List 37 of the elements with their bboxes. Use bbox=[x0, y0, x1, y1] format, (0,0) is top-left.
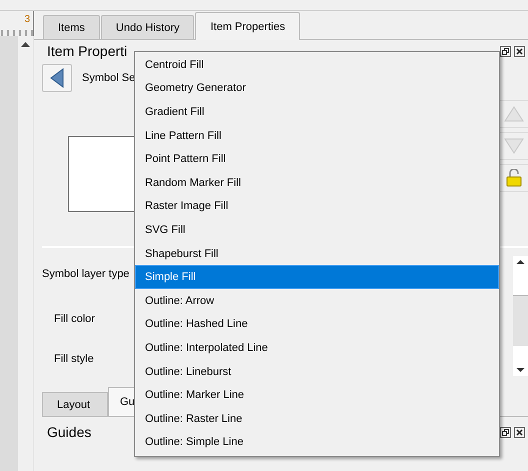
tab[interactable]: Layout bbox=[42, 392, 108, 416]
float-icon[interactable] bbox=[500, 46, 511, 56]
field-label: Fill style bbox=[54, 353, 94, 365]
field-label: Symbol layer type bbox=[42, 268, 130, 280]
menu-item[interactable]: Outline: Arrow bbox=[135, 288, 499, 313]
field-label: Fill color bbox=[54, 313, 95, 325]
menu-item[interactable]: Raster Image Fill bbox=[135, 194, 499, 218]
float-icon[interactable] bbox=[500, 426, 511, 438]
tab[interactable]: Items bbox=[43, 15, 100, 39]
lock-button[interactable] bbox=[500, 164, 528, 192]
menu-item[interactable]: Outline: Interpolated Line bbox=[135, 336, 499, 360]
menu-item[interactable]: Simple Fill bbox=[135, 265, 499, 289]
panel-title: Guides bbox=[47, 424, 92, 440]
menu-item[interactable]: SVG Fill bbox=[135, 218, 499, 242]
breadcrumb-label: Symbol Se bbox=[82, 72, 136, 84]
ruler-number: 3 bbox=[24, 14, 30, 25]
menu-item[interactable]: Line Pattern Fill bbox=[135, 124, 499, 148]
close-icon[interactable] bbox=[514, 46, 525, 56]
menu-item[interactable]: Centroid Fill bbox=[135, 53, 499, 77]
menu-item[interactable]: Outline: Simple Line bbox=[135, 430, 499, 454]
close-icon[interactable] bbox=[514, 426, 525, 438]
panel-title: Item Properti bbox=[47, 43, 128, 59]
menu-item[interactable]: Gradient Fill bbox=[135, 100, 499, 124]
scrollbar[interactable] bbox=[513, 256, 528, 376]
lock-icon bbox=[506, 169, 522, 187]
menu-item[interactable]: Point Pattern Fill bbox=[135, 147, 499, 171]
menu-item[interactable]: Shapeburst Fill bbox=[135, 242, 499, 266]
tab[interactable]: Item Properties bbox=[195, 12, 300, 40]
menu-item[interactable]: Outline: Hashed Line bbox=[135, 312, 499, 336]
back-arrow-icon bbox=[50, 68, 64, 88]
menu-item[interactable]: Random Marker Fill bbox=[135, 170, 499, 195]
scroll-up-icon[interactable] bbox=[21, 42, 30, 47]
back-button[interactable] bbox=[42, 64, 72, 92]
menu-item[interactable]: Outline: Lineburst bbox=[135, 360, 499, 384]
ruler-ticks-drawing bbox=[0, 30, 34, 36]
tab[interactable]: Undo History bbox=[100, 15, 194, 39]
menu-item[interactable]: Geometry Generator bbox=[135, 76, 499, 100]
